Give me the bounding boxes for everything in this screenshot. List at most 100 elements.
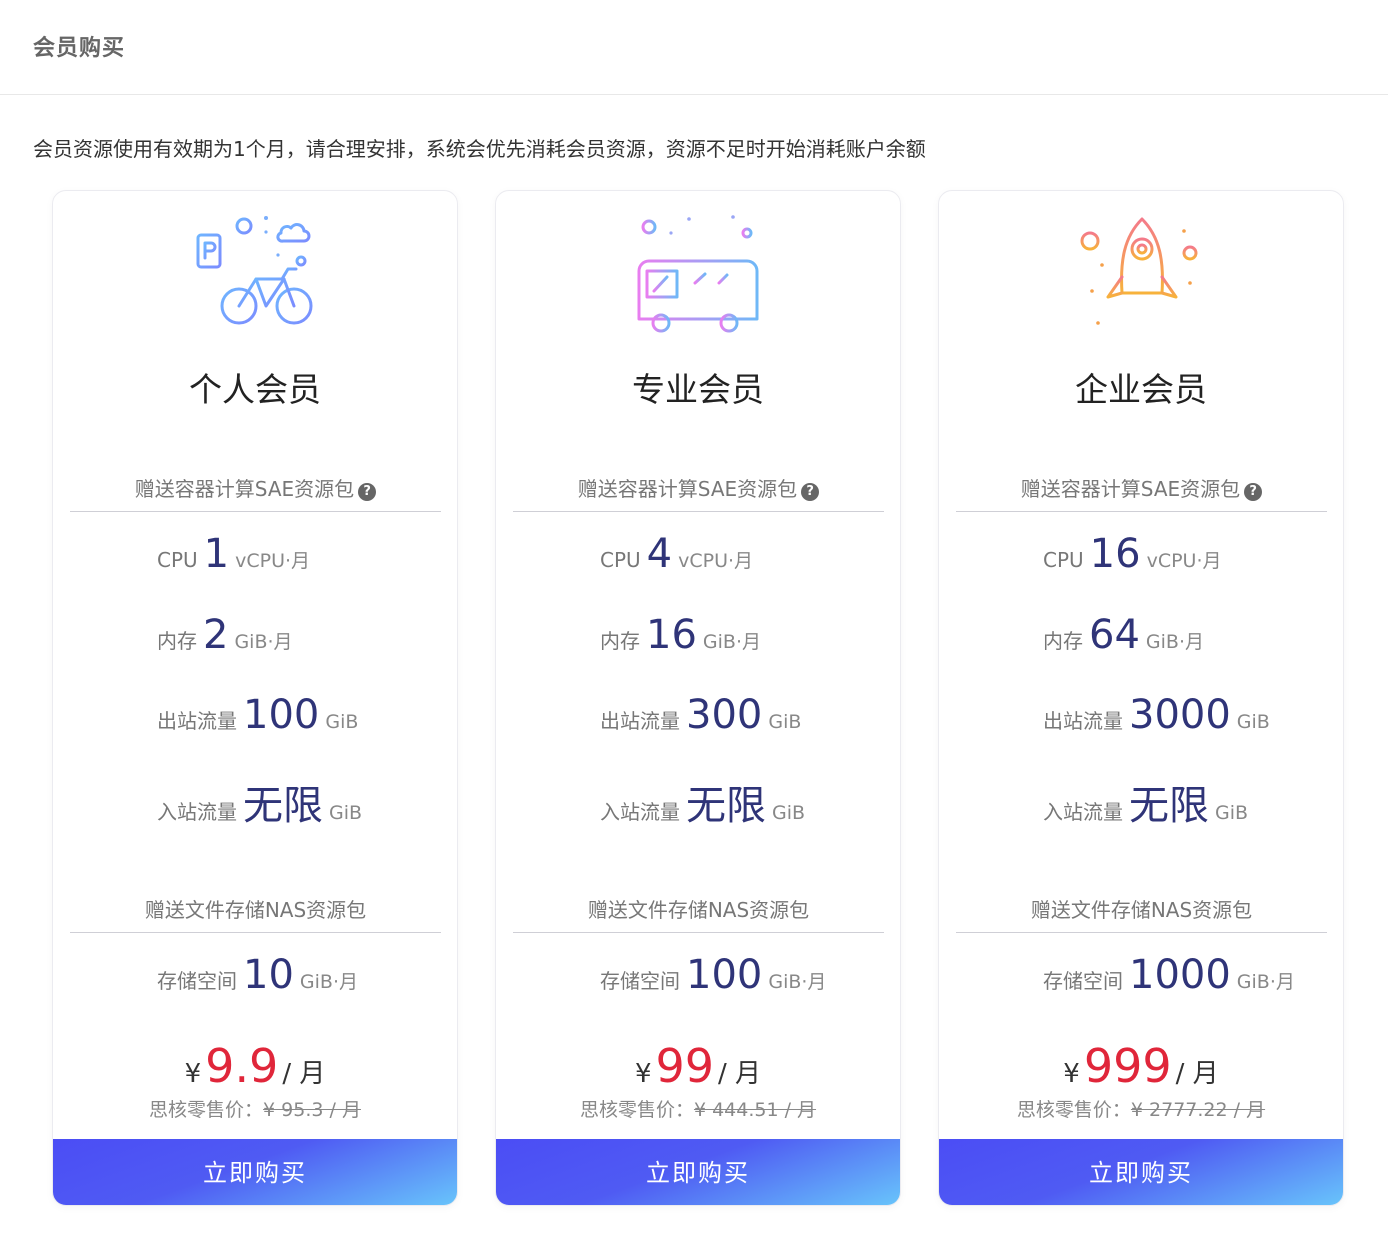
nas-package-title: 赠送文件存储NAS资源包 [513, 894, 884, 933]
spec-label: 出站流量 [1043, 709, 1123, 733]
help-icon[interactable]: ? [1244, 483, 1263, 501]
membership-notice: 会员资源使用有效期为1个月，请合理安排，系统会优先消耗会员资源，资源不足时开始消… [33, 137, 926, 161]
spec-label: 入站流量 [1043, 800, 1123, 824]
spec-unit: GiB [772, 802, 806, 824]
original-price-value: ¥ 444.51 / 月 [693, 1099, 817, 1121]
spec-value: 100 [686, 952, 763, 998]
bus-icon [637, 215, 759, 333]
plan-card-personal: 个人会员 赠送容器计算SAE资源包? CPU 1 vCPU·月 内存 2 GiB·月 出… [52, 190, 458, 1206]
sae-package-title: 赠送容器计算SAE资源包? [513, 473, 884, 512]
spec-label: CPU [600, 548, 641, 572]
sae-package-title: 赠送容器计算SAE资源包? [70, 473, 441, 512]
original-price-label: 思核零售价： [149, 1099, 264, 1121]
plan-name: 个人会员 [189, 370, 321, 409]
nas-package-title: 赠送文件存储NAS资源包 [956, 894, 1327, 933]
spec-label: 出站流量 [157, 709, 237, 733]
spec-label: CPU [157, 548, 198, 572]
spec-unit: GiB [329, 802, 363, 824]
spec-unit: GiB·月 [299, 971, 358, 993]
spec-label: 内存 [1043, 629, 1083, 653]
spec-cpu: CPU 4 vCPU·月 [600, 531, 753, 581]
original-price-value: ¥ 95.3 / 月 [263, 1099, 361, 1121]
spec-memory: 内存 2 GiB·月 [157, 612, 293, 662]
spec-outbound-traffic: 出站流量 300 GiB [600, 692, 801, 742]
sae-package-label: 赠送容器计算SAE资源包 [1020, 477, 1241, 501]
spec-inbound-traffic: 入站流量 无限 GiB [157, 773, 363, 829]
spec-label: 存储空间 [157, 969, 237, 993]
spec-unit: GiB·月 [1145, 631, 1204, 653]
spec-value: 4 [646, 531, 673, 577]
bicycle-parking-icon [194, 216, 318, 331]
help-icon[interactable]: ? [801, 483, 820, 501]
price-amount: 99 [655, 1039, 715, 1093]
spec-value: 300 [686, 692, 763, 738]
spec-label: 出站流量 [600, 709, 680, 733]
original-price-label: 思核零售价： [1016, 1099, 1131, 1121]
spec-memory: 内存 64 GiB·月 [1043, 612, 1204, 662]
spec-label: 入站流量 [157, 800, 237, 824]
plan-name: 企业会员 [1075, 370, 1207, 409]
spec-value: 3000 [1129, 692, 1231, 738]
spec-unit: vCPU·月 [235, 550, 311, 572]
original-price-value: ¥ 2777.22 / 月 [1130, 1099, 1266, 1121]
original-price: 思核零售价：¥ 2777.22 / 月 [939, 1095, 1343, 1122]
plan-card-professional: 专业会员 赠送容器计算SAE资源包? CPU 4 vCPU·月 内存 16 GiB·月 … [495, 190, 901, 1206]
spec-storage: 存储空间 1000 GiB·月 [1043, 952, 1295, 1002]
original-price: 思核零售价：¥ 444.51 / 月 [496, 1095, 900, 1122]
spec-unit: GiB [1215, 802, 1249, 824]
buy-now-button[interactable]: 立即购买 [496, 1139, 900, 1205]
spec-outbound-traffic: 出站流量 3000 GiB [1043, 692, 1270, 742]
spec-label: 入站流量 [600, 800, 680, 824]
spec-label: CPU [1043, 548, 1084, 572]
spec-unit: GiB·月 [1236, 971, 1295, 993]
spec-unit: GiB [325, 711, 359, 733]
spec-unit: vCPU·月 [1146, 550, 1222, 572]
spec-value: 100 [243, 692, 320, 738]
plan-card-enterprise: 企业会员 赠送容器计算SAE资源包? CPU 16 vCPU·月 内存 64 GiB·月… [938, 190, 1344, 1206]
spec-value: 无限 [1129, 783, 1209, 829]
spec-memory: 内存 16 GiB·月 [600, 612, 761, 662]
spec-unit: GiB [768, 711, 802, 733]
plan-price: ¥99/ 月 [496, 1039, 900, 1093]
spec-label: 存储空间 [600, 969, 680, 993]
buy-now-button[interactable]: 立即购买 [939, 1139, 1343, 1205]
spec-storage: 存储空间 10 GiB·月 [157, 952, 358, 1002]
currency-symbol: ¥ [634, 1059, 652, 1089]
plan-price: ¥999/ 月 [939, 1039, 1343, 1093]
spec-unit: vCPU·月 [678, 550, 754, 572]
price-period: / 月 [718, 1059, 762, 1089]
spec-cpu: CPU 1 vCPU·月 [157, 531, 310, 581]
buy-now-button[interactable]: 立即购买 [53, 1139, 457, 1205]
spec-value: 1 [203, 531, 230, 577]
nas-package-title: 赠送文件存储NAS资源包 [70, 894, 441, 933]
original-price-label: 思核零售价： [579, 1099, 694, 1121]
spec-unit: GiB [1236, 711, 1270, 733]
currency-symbol: ¥ [1063, 1059, 1080, 1089]
spec-unit: GiB·月 [234, 631, 293, 653]
price-amount: 9.9 [205, 1039, 279, 1093]
spec-unit: GiB·月 [702, 631, 761, 653]
spec-value: 16 [1089, 531, 1141, 577]
spec-label: 存储空间 [1043, 969, 1123, 993]
spec-value: 无限 [686, 783, 766, 829]
spec-value: 10 [243, 952, 294, 998]
spec-label: 内存 [157, 629, 197, 653]
page-title: 会员购买 [33, 36, 126, 61]
spec-inbound-traffic: 入站流量 无限 GiB [1043, 773, 1249, 829]
sae-package-title: 赠送容器计算SAE资源包? [956, 473, 1327, 512]
spec-label: 内存 [600, 629, 640, 653]
spec-value: 2 [203, 612, 229, 658]
rocket-icon [1080, 217, 1198, 333]
spec-value: 无限 [243, 783, 323, 829]
original-price: 思核零售价：¥ 95.3 / 月 [53, 1095, 457, 1122]
spec-outbound-traffic: 出站流量 100 GiB [157, 692, 358, 742]
spec-cpu: CPU 16 vCPU·月 [1043, 531, 1222, 581]
price-amount: 999 [1083, 1039, 1172, 1093]
spec-inbound-traffic: 入站流量 无限 GiB [600, 773, 806, 829]
spec-value: 16 [646, 612, 697, 658]
currency-symbol: ¥ [184, 1059, 202, 1089]
sae-package-label: 赠送容器计算SAE资源包 [134, 477, 355, 501]
help-icon[interactable]: ? [358, 483, 377, 501]
spec-storage: 存储空间 100 GiB·月 [600, 952, 826, 1002]
spec-value: 1000 [1129, 952, 1231, 998]
